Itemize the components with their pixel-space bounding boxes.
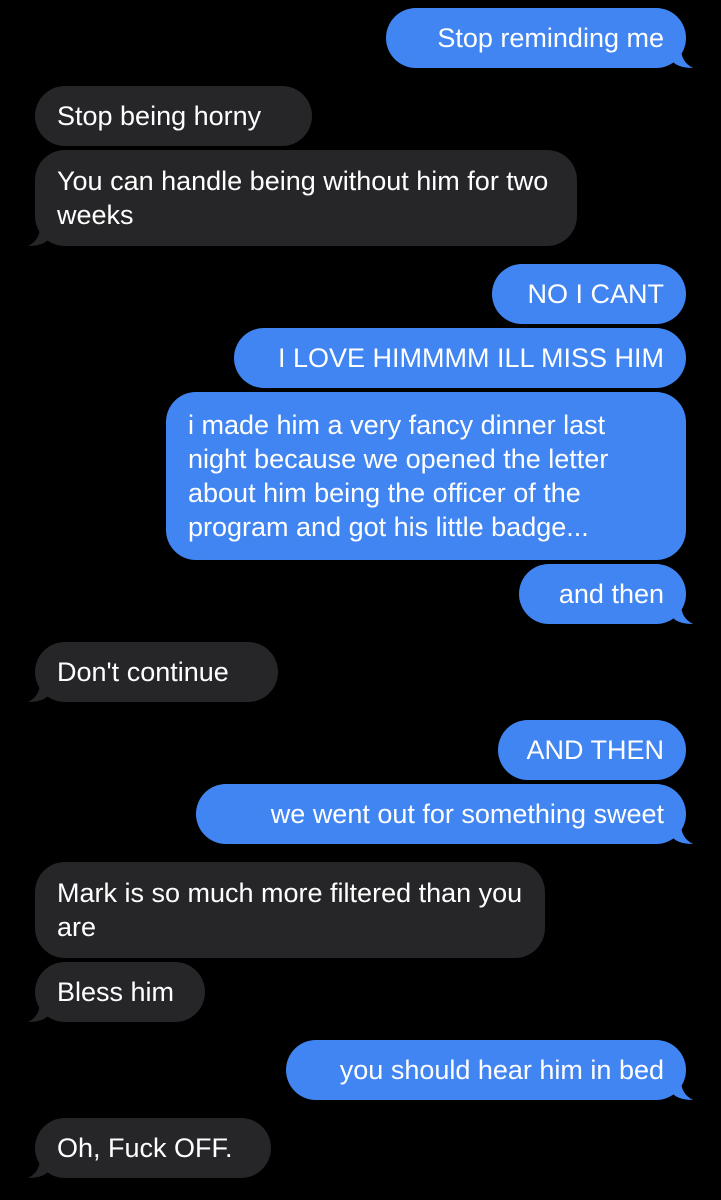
received-message-bubble[interactable]: Bless him: [28, 962, 205, 1022]
bubble-tail-icon: [673, 48, 693, 68]
message-text: i made him a very fancy dinner last nigh…: [188, 410, 609, 542]
message-text: Bless him: [57, 977, 175, 1007]
bubble-tail-icon: [28, 226, 48, 246]
sent-message-bubble[interactable]: we went out for something sweet: [196, 784, 693, 844]
bubble-tail-icon: [28, 1158, 48, 1178]
message-text: Oh, Fuck OFF.: [57, 1133, 233, 1163]
sent-message-bubble[interactable]: and then: [519, 564, 693, 624]
message-text: you should hear him in bed: [339, 1055, 664, 1085]
received-message-bubble[interactable]: You can handle being without him for two…: [28, 150, 577, 246]
message-text: Don't continue: [57, 657, 229, 687]
message-text: Stop reminding me: [437, 23, 664, 53]
received-message-bubble[interactable]: Mark is so much more filtered than you a…: [35, 862, 545, 958]
sent-message-bubble[interactable]: you should hear him in bed: [286, 1040, 693, 1100]
sent-message-bubble[interactable]: Stop reminding me: [386, 8, 693, 68]
received-message-bubble[interactable]: Stop being horny: [35, 86, 312, 146]
message-text: You can handle being without him for two…: [57, 166, 549, 230]
message-text: we went out for something sweet: [270, 799, 664, 829]
sent-message-bubble[interactable]: NO I CANT: [492, 264, 686, 324]
bubble-tail-icon: [673, 824, 693, 844]
message-text: Mark is so much more filtered than you a…: [57, 878, 523, 942]
bubble-tail-icon: [673, 1080, 693, 1100]
received-message-bubble[interactable]: Oh, Fuck OFF.: [28, 1118, 271, 1178]
message-text: AND THEN: [526, 735, 664, 765]
sent-message-bubble[interactable]: i made him a very fancy dinner last nigh…: [166, 392, 686, 560]
sent-message-bubble[interactable]: AND THEN: [498, 720, 686, 780]
message-text: and then: [558, 579, 664, 609]
bubble-tail-icon: [673, 604, 693, 624]
message-text: I LOVE HIMMMM ILL MISS HIM: [277, 343, 664, 373]
message-text: NO I CANT: [527, 279, 664, 309]
received-message-bubble[interactable]: Don't continue: [28, 642, 278, 702]
message-text: Stop being horny: [57, 101, 262, 131]
message-thread: Stop reminding me Stop being horny You c…: [0, 0, 721, 1200]
bubble-tail-icon: [28, 682, 48, 702]
bubble-tail-icon: [28, 1002, 48, 1022]
sent-message-bubble[interactable]: I LOVE HIMMMM ILL MISS HIM: [234, 328, 686, 388]
